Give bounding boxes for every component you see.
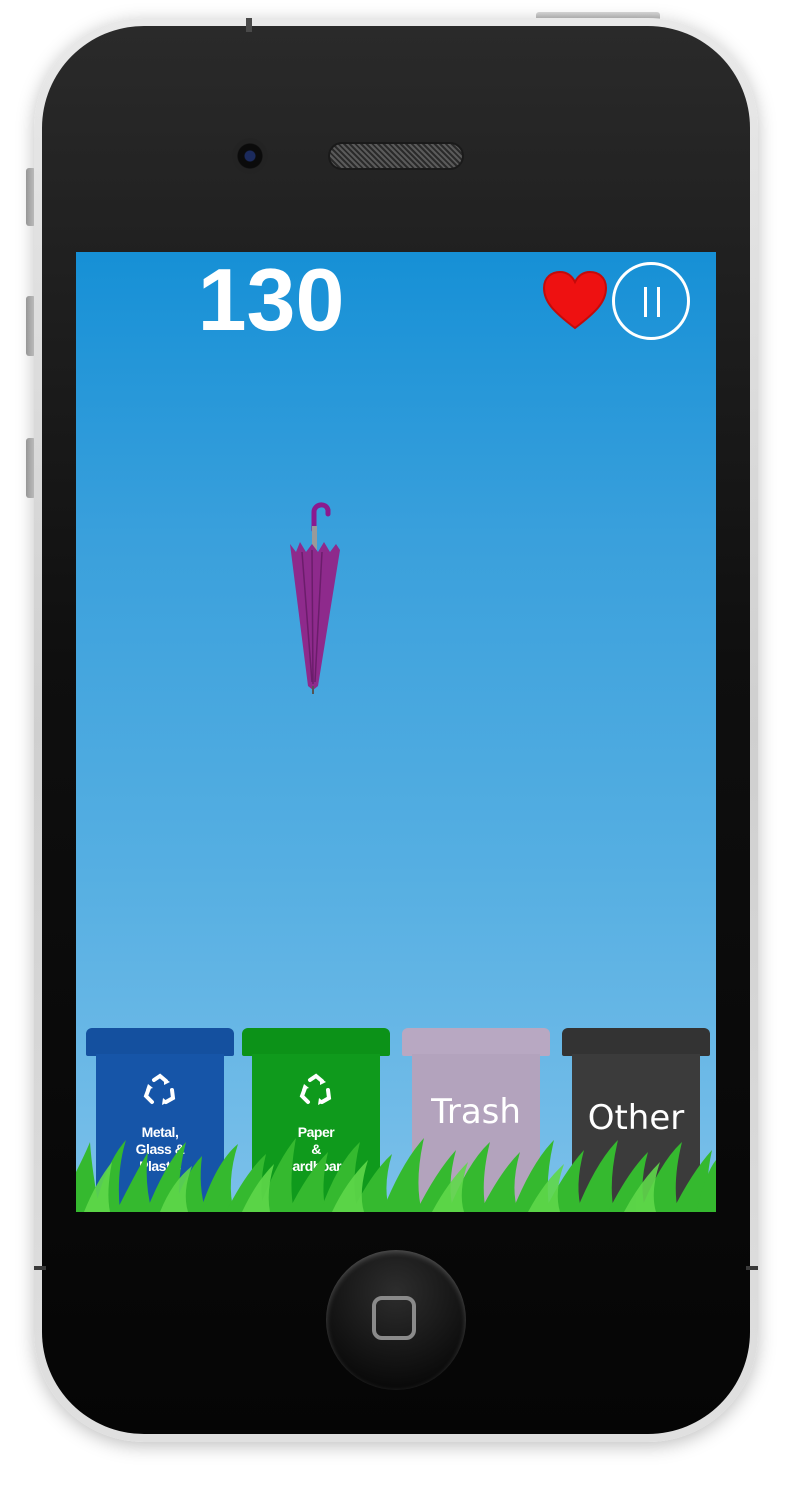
umbrella-icon[interactable] <box>282 500 344 696</box>
bin-lid <box>242 1028 390 1056</box>
bin-lid <box>562 1028 710 1056</box>
heart-icon <box>542 270 608 330</box>
grass-decoration <box>76 1138 716 1212</box>
antenna-band <box>34 1266 46 1270</box>
pause-button[interactable] <box>612 262 690 340</box>
recycle-icon <box>143 1073 176 1105</box>
home-square-icon <box>372 1296 416 1340</box>
bin-label: Trash <box>431 1092 521 1132</box>
game-screen[interactable]: 130 Metal, Glass & Plastic Paper & Trash… <box>76 252 716 1212</box>
pause-bar <box>644 287 647 317</box>
home-button[interactable] <box>326 1250 466 1390</box>
front-camera-icon <box>232 138 268 174</box>
earpiece-speaker <box>328 142 464 170</box>
pause-bar <box>657 287 660 317</box>
bin-lid <box>86 1028 234 1056</box>
score-display: 130 <box>197 252 345 349</box>
recycle-icon <box>299 1073 332 1105</box>
antenna-band <box>746 1266 758 1270</box>
bin-lid <box>402 1028 550 1056</box>
antenna-band <box>246 18 252 32</box>
